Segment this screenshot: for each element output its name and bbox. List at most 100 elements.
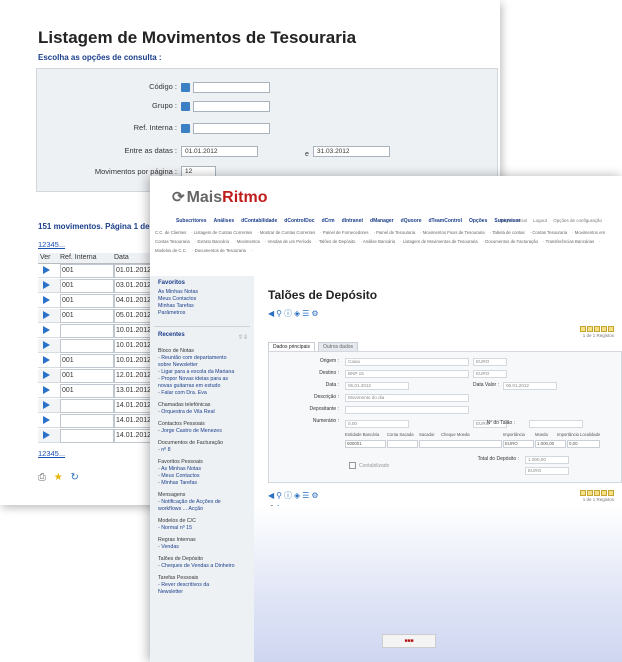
list-icon[interactable]: ☰	[302, 309, 311, 318]
submenu-link[interactable]: Listagem de Contas Correntes	[194, 230, 252, 235]
refresh-icon[interactable]: ↻	[71, 472, 79, 483]
recentes-link[interactable]: - Reunião com departamento	[158, 355, 235, 362]
table-row[interactable]: 14.01.2012	[38, 399, 161, 413]
submenu-link[interactable]: Painel de Tesouraria	[376, 230, 415, 235]
submenu-link[interactable]: Documentos de Facturação	[485, 239, 538, 244]
view-arrow-icon[interactable]	[43, 401, 50, 409]
codigo-input[interactable]	[193, 82, 270, 93]
recentes-link[interactable]: sobre Newsletter	[158, 362, 235, 369]
table-row[interactable]: 14.01.2012	[38, 414, 161, 428]
menu-item[interactable]: Análises	[214, 218, 235, 224]
view-arrow-icon[interactable]	[43, 266, 50, 274]
recentes-link[interactable]: - Jorge Castro de Menezes	[158, 428, 235, 435]
record-nav-buttons[interactable]	[579, 326, 614, 333]
menu-item[interactable]: dManager	[370, 218, 394, 224]
menu-item[interactable]: dCrm	[322, 218, 335, 224]
date-from-input[interactable]: 01.01.2012	[181, 146, 258, 157]
table-row[interactable]: 10.01.2012	[38, 339, 161, 353]
view-arrow-icon[interactable]	[43, 431, 50, 439]
descricao-field[interactable]: Movimento do dia	[345, 394, 469, 402]
grid-cell-conta[interactable]	[387, 440, 418, 448]
grid-cell-importancia-local[interactable]: 0,00	[567, 440, 600, 448]
view-arrow-icon[interactable]	[43, 281, 50, 289]
submenu-link[interactable]: C.C. de Clientes	[155, 230, 186, 235]
record-nav-buttons-bottom[interactable]	[579, 490, 614, 497]
table-row[interactable]: 001 01.01.2012	[38, 264, 161, 278]
maisritmo-logo[interactable]: ⟳ MaisRitmo	[172, 188, 267, 207]
recentes-link[interactable]: workflows ... Acção	[158, 506, 235, 513]
view-arrow-icon[interactable]	[43, 341, 50, 349]
contabilizado-checkbox[interactable]: Contabilizado	[349, 462, 389, 469]
destino-field[interactable]: BNP 15	[345, 370, 469, 378]
data-valor-field[interactable]: 06.01.2012	[503, 382, 557, 390]
settings-link[interactable]: Opções de configuração	[553, 218, 602, 223]
codigo-lookup-button[interactable]	[181, 83, 190, 92]
submenu-link[interactable]: Modelos de C.C.	[155, 248, 187, 253]
depositante-field[interactable]	[345, 406, 469, 414]
search-icon[interactable]: ⚲	[276, 309, 284, 318]
recentes-link[interactable]: - Meus Contactos	[158, 473, 235, 480]
view-arrow-icon[interactable]	[43, 311, 50, 319]
grid-cell-moeda[interactable]: EURO	[503, 440, 534, 448]
pager-bottom[interactable]: 12345...	[38, 449, 65, 458]
save-icon[interactable]: ◈	[294, 309, 302, 318]
table-row[interactable]: 001 03.01.2012	[38, 279, 161, 293]
settings-icon[interactable]: ⚙	[311, 309, 320, 318]
recentes-link[interactable]: - Normal nº 15	[158, 525, 235, 532]
menu-item[interactable]: dTeamControl	[428, 218, 462, 224]
recentes-link[interactable]: - Minhas Tarefas	[158, 480, 235, 487]
table-row[interactable]: 001 05.01.2012	[38, 309, 161, 323]
favorito-item[interactable]: As Minhas Notas	[158, 289, 198, 296]
settings-icon[interactable]: ⚙	[311, 491, 320, 500]
origem-field[interactable]: Caixa	[345, 358, 469, 366]
grid-cell-entidade[interactable]: 000001	[345, 440, 386, 448]
menu-item[interactable]: dContabilidade	[241, 218, 277, 224]
sidebar-collapse-icon[interactable]: ⇧⇩	[238, 334, 248, 341]
grupo-input[interactable]	[193, 101, 270, 112]
table-row[interactable]: 001 04.01.2012	[38, 294, 161, 308]
view-arrow-icon[interactable]	[43, 296, 50, 304]
grid-cell-importancia[interactable]: 1.000,00	[535, 440, 566, 448]
list-icon[interactable]: ☰	[302, 491, 311, 500]
submenu-link[interactable]: Transferências Bancárias	[546, 239, 595, 244]
recentes-link[interactable]: - Vendas	[158, 544, 235, 551]
favorito-item[interactable]: Parâmetros	[158, 310, 198, 317]
submenu-link[interactable]: Listagem de Movimentos de Tesouraria	[403, 239, 478, 244]
submenu-link[interactable]: Movimentos	[237, 239, 260, 244]
ref-interna-lookup-button[interactable]	[181, 124, 190, 133]
info-icon[interactable]: ⓘ	[284, 491, 294, 500]
menu-item[interactable]: dControlDoc	[284, 218, 314, 224]
n-talao-field[interactable]	[529, 420, 583, 428]
favorito-item[interactable]: Meus Contactos	[158, 296, 198, 303]
table-row[interactable]: 001 10.01.2012	[38, 354, 161, 368]
date-to-input[interactable]: 31.03.2012	[313, 146, 390, 157]
data-field[interactable]: 06.01.2012	[345, 382, 409, 390]
ref-interna-input[interactable]	[193, 123, 270, 134]
table-row[interactable]: 001 12.01.2012	[38, 369, 161, 383]
submenu-link[interactable]: Tabela de contas	[492, 230, 525, 235]
recentes-link[interactable]: - Propor Novas ideias para as	[158, 376, 235, 383]
submenu-link[interactable]: Talões de Depósito	[319, 239, 356, 244]
print-icon[interactable]: ⎙	[38, 472, 46, 483]
back-icon[interactable]: ◀	[268, 309, 276, 318]
recentes-link[interactable]: Newsletter	[158, 589, 235, 596]
recentes-link[interactable]: - As Minhas Notas	[158, 466, 235, 473]
table-row[interactable]: 10.01.2012	[38, 324, 161, 338]
grid-cell-cheque[interactable]	[419, 440, 502, 448]
view-arrow-icon[interactable]	[43, 356, 50, 364]
submenu-link[interactable]: Movimentos Fixos de Tesouraria	[423, 230, 485, 235]
recentes-link[interactable]: novas guitarras em estudo	[158, 383, 235, 390]
menu-item[interactable]: Subscritores	[176, 218, 207, 224]
submenu-link[interactable]: Análise Bancária	[363, 239, 395, 244]
menu-item[interactable]: dIntranet	[342, 218, 363, 224]
submenu-link[interactable]: Mostrar de Contas Correntes	[260, 230, 315, 235]
submenu-link[interactable]: Vendas de um Período	[268, 239, 312, 244]
view-arrow-icon[interactable]	[43, 386, 50, 394]
pager-top[interactable]: 12345...	[38, 240, 65, 249]
view-arrow-icon[interactable]	[43, 326, 50, 334]
tab-dados-principais[interactable]: Dados principais	[268, 342, 315, 351]
recentes-link[interactable]: - nº 8	[158, 447, 235, 454]
recentes-link[interactable]: - Rever descritivos da	[158, 582, 235, 589]
save-icon[interactable]: ◈	[294, 491, 302, 500]
table-row[interactable]: 14.01.2012	[38, 429, 161, 443]
